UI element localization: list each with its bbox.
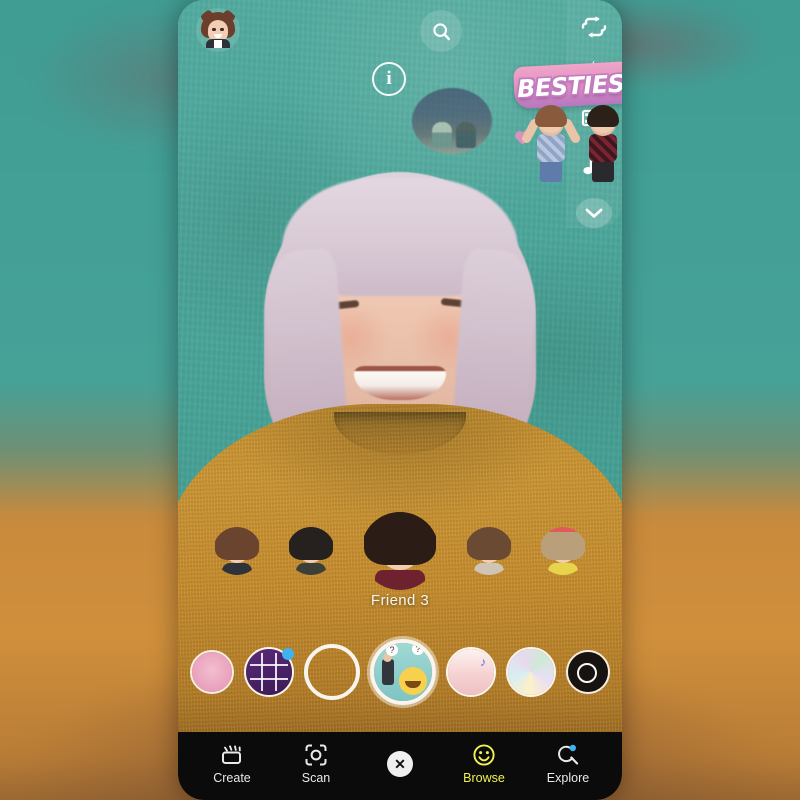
flip-camera-button[interactable] [576, 12, 612, 42]
bitmoji-scene-sticker[interactable] [412, 88, 492, 154]
lens-pink-edge[interactable] [190, 650, 234, 694]
lens-new-badge [282, 648, 294, 660]
info-label: i [386, 68, 392, 89]
besties-character-1 [520, 105, 582, 182]
friend-avatar-2[interactable] [287, 527, 335, 575]
camera-flip-icon [581, 16, 607, 38]
nav-browse[interactable]: Browse [453, 743, 515, 785]
camera-viewport[interactable]: i BESTIES! Friend 3 ? ? ♪ [178, 0, 622, 734]
search-icon [432, 22, 450, 40]
search-button[interactable] [420, 10, 462, 52]
nav-create[interactable]: Create [201, 743, 263, 785]
friends-row [178, 512, 622, 590]
nav-explore-label: Explore [546, 771, 590, 786]
scan-frame-icon [304, 743, 328, 767]
friend-avatar-1[interactable] [213, 527, 261, 575]
nav-explore[interactable]: Explore [537, 743, 599, 785]
close-icon[interactable]: ✕ [387, 751, 413, 777]
bottom-navigation: Create Scan ✕ Browse Explore [178, 732, 622, 800]
sweater-collar [334, 412, 466, 454]
selected-friend-label: Friend 3 [370, 592, 430, 609]
explore-icon [556, 743, 580, 767]
lens-carousel: ? ? ♪ [178, 630, 622, 714]
besties-sticker[interactable]: BESTIES! [512, 60, 622, 184]
profile-avatar[interactable] [196, 8, 240, 52]
friend-avatar-4[interactable] [465, 527, 513, 575]
nav-scan-label: Scan [301, 771, 331, 786]
besties-character-2 [582, 105, 622, 182]
chevron-down-icon [585, 208, 603, 218]
screenshot-root: i BESTIES! Friend 3 ? ? ♪ Create Scan ✕ … [0, 0, 800, 800]
phone-frame: i BESTIES! Friend 3 ? ? ♪ Create Scan ✕ … [178, 0, 622, 800]
lens-music-sky[interactable]: ♪ [446, 647, 496, 697]
more-tools-button[interactable] [576, 198, 612, 228]
shutter-button[interactable] [304, 644, 360, 700]
lens-emoji-quiz-selected[interactable]: ? ? [370, 639, 436, 705]
nav-browse-label: Browse [463, 771, 505, 786]
nav-scan[interactable]: Scan [285, 743, 347, 785]
lens-iridescent[interactable] [506, 647, 556, 697]
close-glyph: ✕ [394, 755, 406, 772]
clapperboard-icon [220, 743, 244, 767]
lens-dark-edge[interactable] [566, 650, 610, 694]
besties-characters [516, 100, 622, 182]
smiley-icon [472, 743, 496, 767]
info-button[interactable]: i [372, 62, 406, 96]
friend-avatar-5[interactable] [539, 527, 587, 575]
nav-create-label: Create [213, 771, 251, 786]
lens-tic-tac-toe[interactable] [244, 647, 294, 697]
nav-close[interactable]: ✕ [369, 751, 431, 777]
bitmoji-avatar-icon [201, 10, 235, 48]
friend-avatar-3-selected[interactable] [361, 512, 439, 590]
